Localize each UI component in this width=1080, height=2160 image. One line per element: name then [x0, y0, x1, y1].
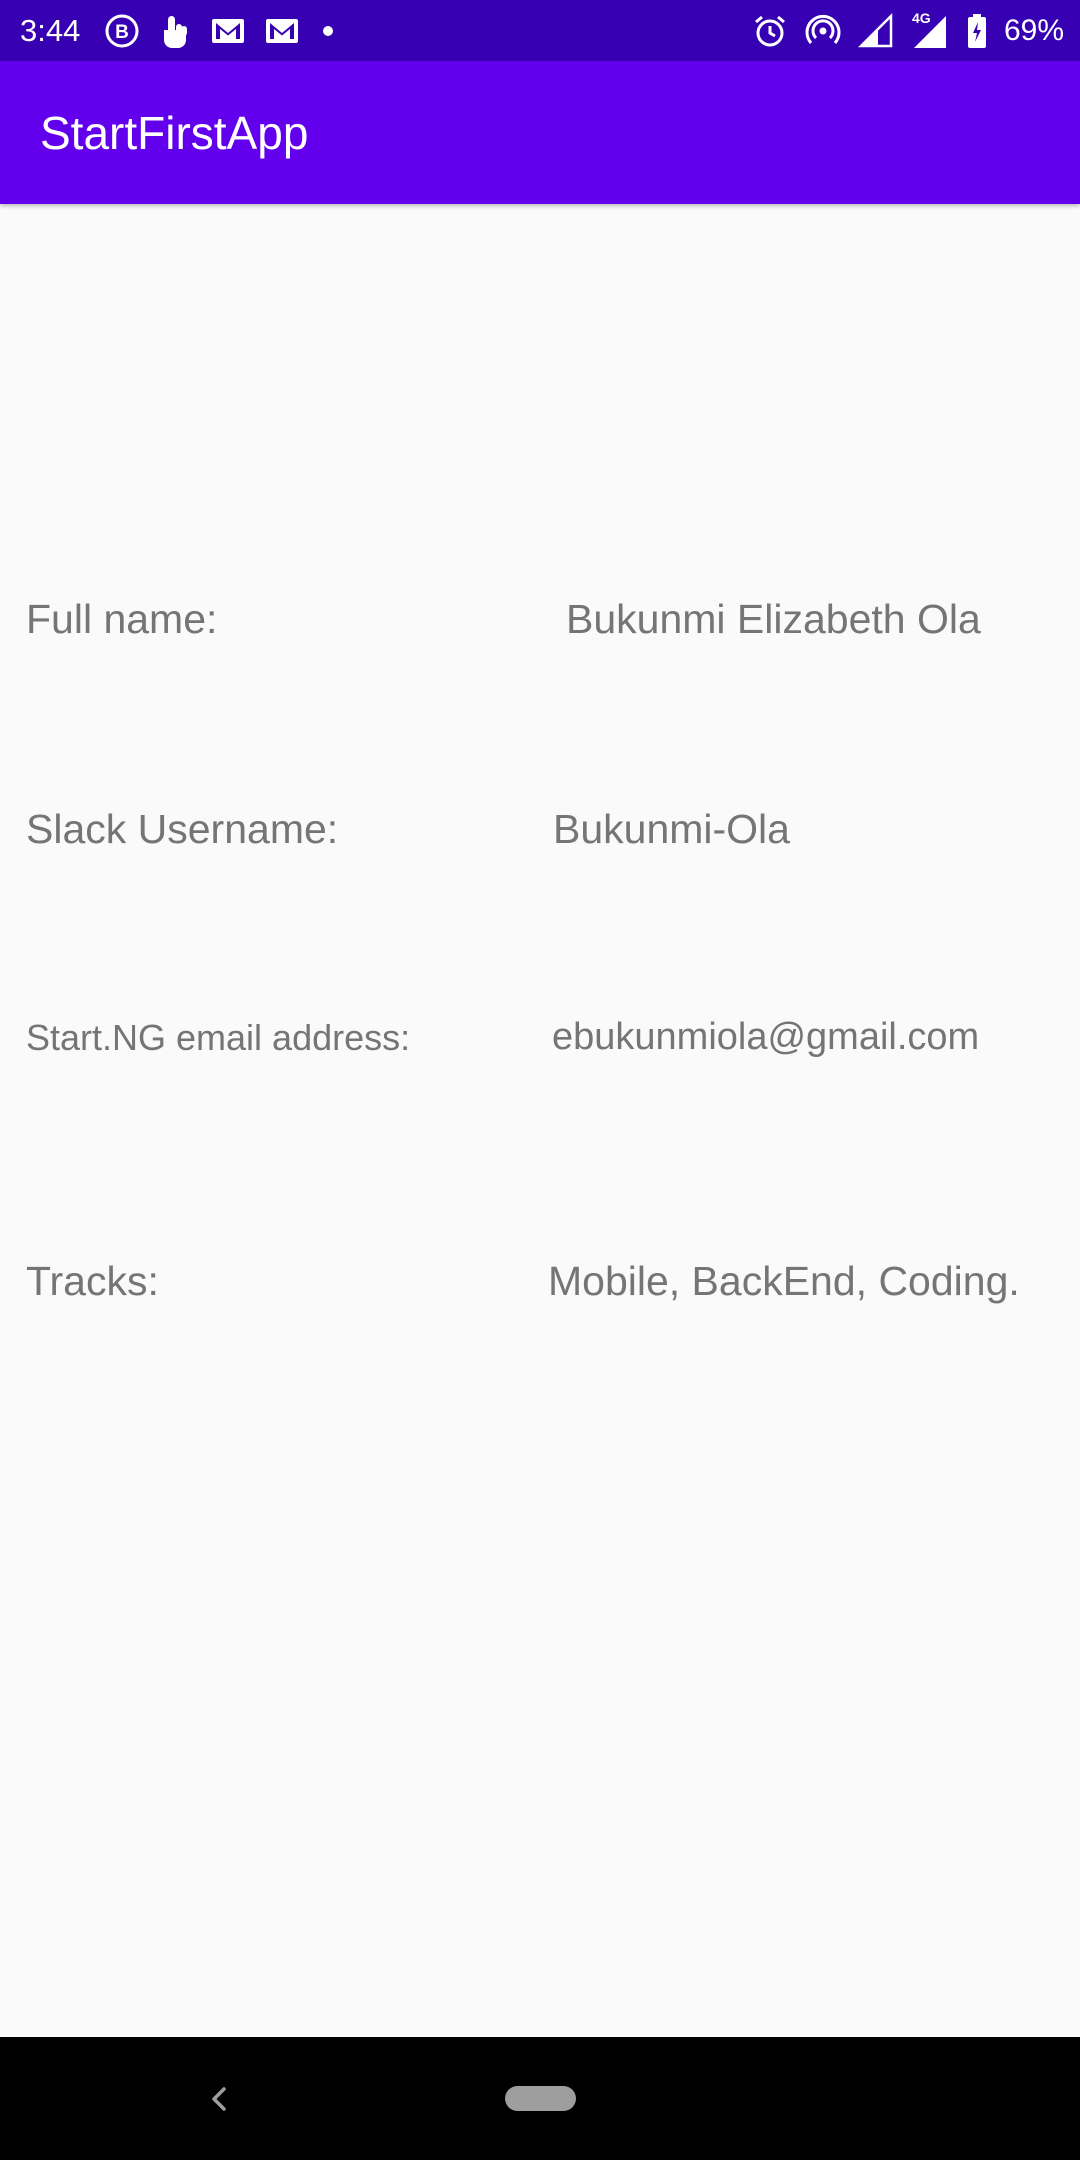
notification-icons: B	[104, 11, 338, 51]
status-bar: 3:44 B 4G 69%	[0, 0, 1080, 61]
network-type-label: 4G	[911, 10, 931, 26]
system-status-icons: 4G 69%	[752, 10, 1064, 51]
touch-icon	[164, 16, 187, 48]
alarm-icon	[754, 15, 785, 47]
tracks-value: Mobile, BackEnd, Coding.	[548, 1258, 1020, 1304]
app-bar: StartFirstApp	[0, 61, 1080, 204]
home-button[interactable]	[505, 2086, 576, 2111]
slack-username-label: Slack Username:	[26, 806, 339, 852]
gmail-icon	[212, 19, 244, 43]
signal-icon	[857, 13, 893, 48]
email-label: Start.NG email address:	[26, 1017, 411, 1058]
app-title: StartFirstApp	[40, 107, 309, 159]
signal-4g-icon: 4G	[910, 10, 950, 50]
tracks-label: Tracks:	[26, 1258, 159, 1304]
email-value: ebukunmiola@gmail.com	[552, 1016, 980, 1058]
status-time: 3:44	[20, 13, 81, 48]
b-circle-icon: B	[105, 14, 139, 48]
navigation-bar	[0, 2037, 1080, 2160]
slack-username-value: Bukunmi-Ola	[553, 806, 790, 852]
battery-icon	[967, 14, 986, 48]
full-name-value: Bukunmi Elizabeth Ola	[566, 596, 981, 642]
battery-percent: 69%	[1003, 14, 1064, 47]
screen: 3:44 B 4G 69% StartFirstApp Full name: B…	[0, 0, 1080, 2160]
gmail-icon	[266, 19, 298, 43]
hotspot-icon	[805, 14, 841, 44]
back-icon[interactable]	[200, 2079, 240, 2119]
svg-text:B: B	[115, 22, 129, 43]
dot-icon	[323, 26, 333, 36]
full-name-label: Full name:	[26, 596, 218, 642]
